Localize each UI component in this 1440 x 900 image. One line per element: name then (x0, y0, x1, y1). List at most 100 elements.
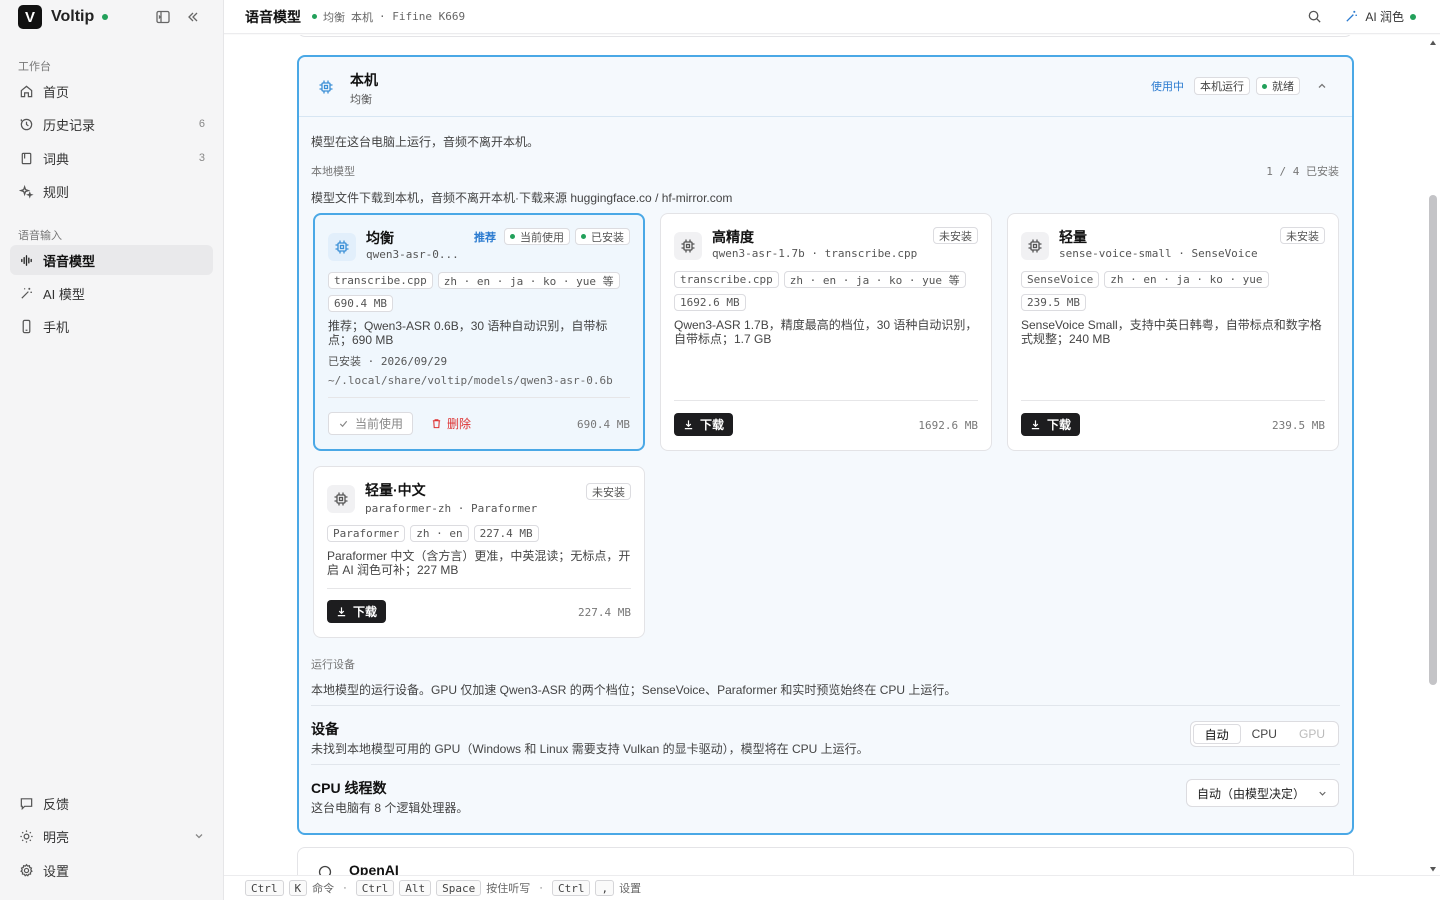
installed-count: 1 / 4 已安装 (1266, 165, 1339, 178)
sidebar-item-dictionary[interactable]: 词典 3 (10, 143, 213, 173)
ready-dot (1262, 83, 1267, 89)
scroll-up-icon[interactable] (1429, 39, 1437, 47)
sidebar-item-feedback[interactable]: 反馈 (10, 788, 213, 818)
sidebar-item-theme[interactable]: 明亮 (10, 821, 213, 851)
app-name: Voltip (51, 8, 95, 25)
installed-badge-label: 已安装 (591, 231, 624, 244)
threads-select[interactable]: 自动（由模型决定） (1185, 779, 1339, 807)
device-title: 设备 (311, 721, 339, 737)
current-badge: 当前使用 (504, 228, 570, 245)
shortcut-command-label: 命令 (312, 883, 335, 895)
model-id: paraformer-zh · Paraformer (365, 502, 538, 515)
app-logo: V (18, 5, 42, 29)
phone-icon (22, 319, 31, 333)
run-device-label: 运行设备 (311, 659, 355, 671)
model-card-high-precision[interactable]: 高精度 qwen3-asr-1.7b · transcribe.cpp 未安装 … (660, 213, 992, 451)
scrollbar-thumb[interactable] (1429, 195, 1437, 685)
delete-button[interactable]: 删除 (425, 412, 477, 435)
sidebar: V Voltip 工作台 首页 历史记录 6 词典 3 规则 语音输入 语音模型… (0, 0, 224, 900)
run-device-note: 本地模型的运行设备。GPU 仅加速 Qwen3-ASR 的两个档位；SenseV… (311, 683, 957, 697)
ready-badge: 就绪 (1256, 77, 1300, 95)
download-button[interactable]: 下载 (1021, 413, 1081, 436)
installed-date: 已安装 · 2026/09/29 (328, 355, 448, 368)
section-workspace: 工作台 (18, 61, 51, 73)
collapse-sidebar-icon[interactable] (185, 9, 201, 25)
current-use-button[interactable]: 当前使用 (328, 412, 414, 435)
not-installed-badge: 未安装 (1280, 227, 1325, 244)
model-name: 均衡 (366, 230, 394, 246)
model-size: 1692.6 MB (918, 419, 978, 432)
model-description: 推荐；Qwen3-ASR 0.6B，30 语种自动识别，自带标点；690 MB (328, 319, 608, 347)
chevron-up-icon[interactable] (1316, 80, 1328, 92)
sun-icon (20, 829, 33, 843)
shortcut-settings-label: 设置 (619, 883, 642, 895)
dictionary-count: 3 (198, 152, 205, 164)
device-option-cpu[interactable]: CPU (1241, 724, 1288, 744)
model-card-balanced[interactable]: 均衡 qwen3-asr-0... 推荐 当前使用 已安装 transcribe… (313, 213, 645, 451)
section-voice: 语音输入 (18, 230, 62, 242)
chevron-down-icon (1319, 791, 1326, 796)
book-icon (21, 152, 32, 164)
model-card-light-chinese[interactable]: 轻量·中文 paraformer-zh · Paraformer 未安装 Par… (313, 466, 645, 638)
sidebar-item-history[interactable]: 历史记录 6 (10, 109, 213, 139)
download-icon (337, 607, 346, 617)
device-option-auto[interactable]: 自动 (1192, 724, 1241, 744)
model-path: ~/.local/share/voltip/models/qwen3-asr-0… (328, 374, 613, 387)
sidebar-item-label: 首页 (43, 84, 70, 100)
runtime-pill: transcribe.cpp (328, 272, 433, 289)
openai-title: OpenAI (349, 862, 399, 875)
model-description: Qwen3-ASR 1.7B，精度最高的档位，30 语种自动识别，自带标点；1.… (674, 318, 978, 346)
key-k: K (288, 880, 308, 896)
device-segmented-control: 自动 CPU GPU (1189, 721, 1339, 747)
scrollbar[interactable] (1426, 35, 1440, 875)
size-pill: 1692.6 MB (674, 294, 746, 311)
scroll-down-icon[interactable] (1429, 865, 1437, 873)
feedback-icon (20, 797, 33, 810)
openai-provider-card[interactable]: OpenAI (297, 847, 1354, 875)
main-content: 本机 均衡 使用中 本机运行 就绪 模型在这台电脑上运行，音频不离开本机。 本地… (224, 35, 1426, 875)
size-pill: 227.4 MB (473, 525, 539, 542)
waveform-icon (21, 254, 32, 266)
separator: · (343, 882, 347, 894)
panel-toggle-icon[interactable] (155, 9, 171, 25)
key-alt: Alt (399, 880, 432, 896)
panel-header[interactable]: 本机 均衡 使用中 本机运行 就绪 (299, 57, 1352, 117)
download-label: 下载 (353, 605, 378, 619)
sidebar-item-voice-model[interactable]: 语音模型 (10, 245, 213, 275)
shortcut-dictate-label: 按住听写 (486, 883, 531, 895)
languages-pill: zh · en · ja · ko · yue (1104, 271, 1269, 288)
download-button[interactable]: 下载 (674, 413, 734, 436)
page-meta: 均衡 本机 · Fifine K669 (312, 9, 465, 25)
download-label: 下载 (1047, 418, 1072, 432)
installed-dot (581, 234, 586, 239)
search-icon[interactable] (1307, 9, 1322, 24)
sidebar-item-home[interactable]: 首页 (10, 76, 213, 106)
sidebar-item-phone[interactable]: 手机 (10, 311, 213, 341)
ai-status-dot (1410, 13, 1416, 20)
home-icon (20, 85, 33, 97)
not-installed-badge: 未安装 (933, 227, 978, 244)
sidebar-item-label: 手机 (43, 319, 70, 335)
key-ctrl: Ctrl (245, 880, 284, 896)
model-card-light[interactable]: 轻量 sense-voice-small · SenseVoice 未安装 Se… (1007, 213, 1339, 451)
device-note: 未找到本地模型可用的 GPU（Windows 和 Linux 需要支持 Vulk… (311, 742, 869, 756)
chevron-down-icon (195, 834, 203, 839)
sidebar-item-rules[interactable]: 规则 (10, 176, 213, 206)
panel-title: 本机 (350, 72, 378, 88)
ai-polish-toggle[interactable]: AI 润色 (1344, 8, 1416, 25)
topbar: 语音模型 均衡 本机 · Fifine K669 AI 润色 (224, 0, 1440, 34)
divider (328, 397, 630, 398)
model-description: SenseVoice Small，支持中英日韩粤，自带标点和数字格式规整；240… (1021, 318, 1322, 346)
key-space: Space (436, 880, 482, 896)
sidebar-item-settings[interactable]: 设置 (10, 855, 213, 885)
sidebar-item-ai-model[interactable]: AI 模型 (10, 278, 213, 308)
model-name: 轻量·中文 (365, 482, 426, 498)
local-provider-panel: 本机 均衡 使用中 本机运行 就绪 模型在这台电脑上运行，音频不离开本机。 本地… (297, 55, 1354, 835)
brand[interactable]: V Voltip (18, 5, 109, 29)
meta-local: 本机 (351, 11, 373, 24)
download-icon (1031, 420, 1040, 430)
threads-title: CPU 线程数 (311, 780, 387, 796)
download-label: 下载 (700, 418, 725, 432)
download-button[interactable]: 下载 (327, 600, 387, 623)
sidebar-item-label: 设置 (43, 863, 70, 879)
